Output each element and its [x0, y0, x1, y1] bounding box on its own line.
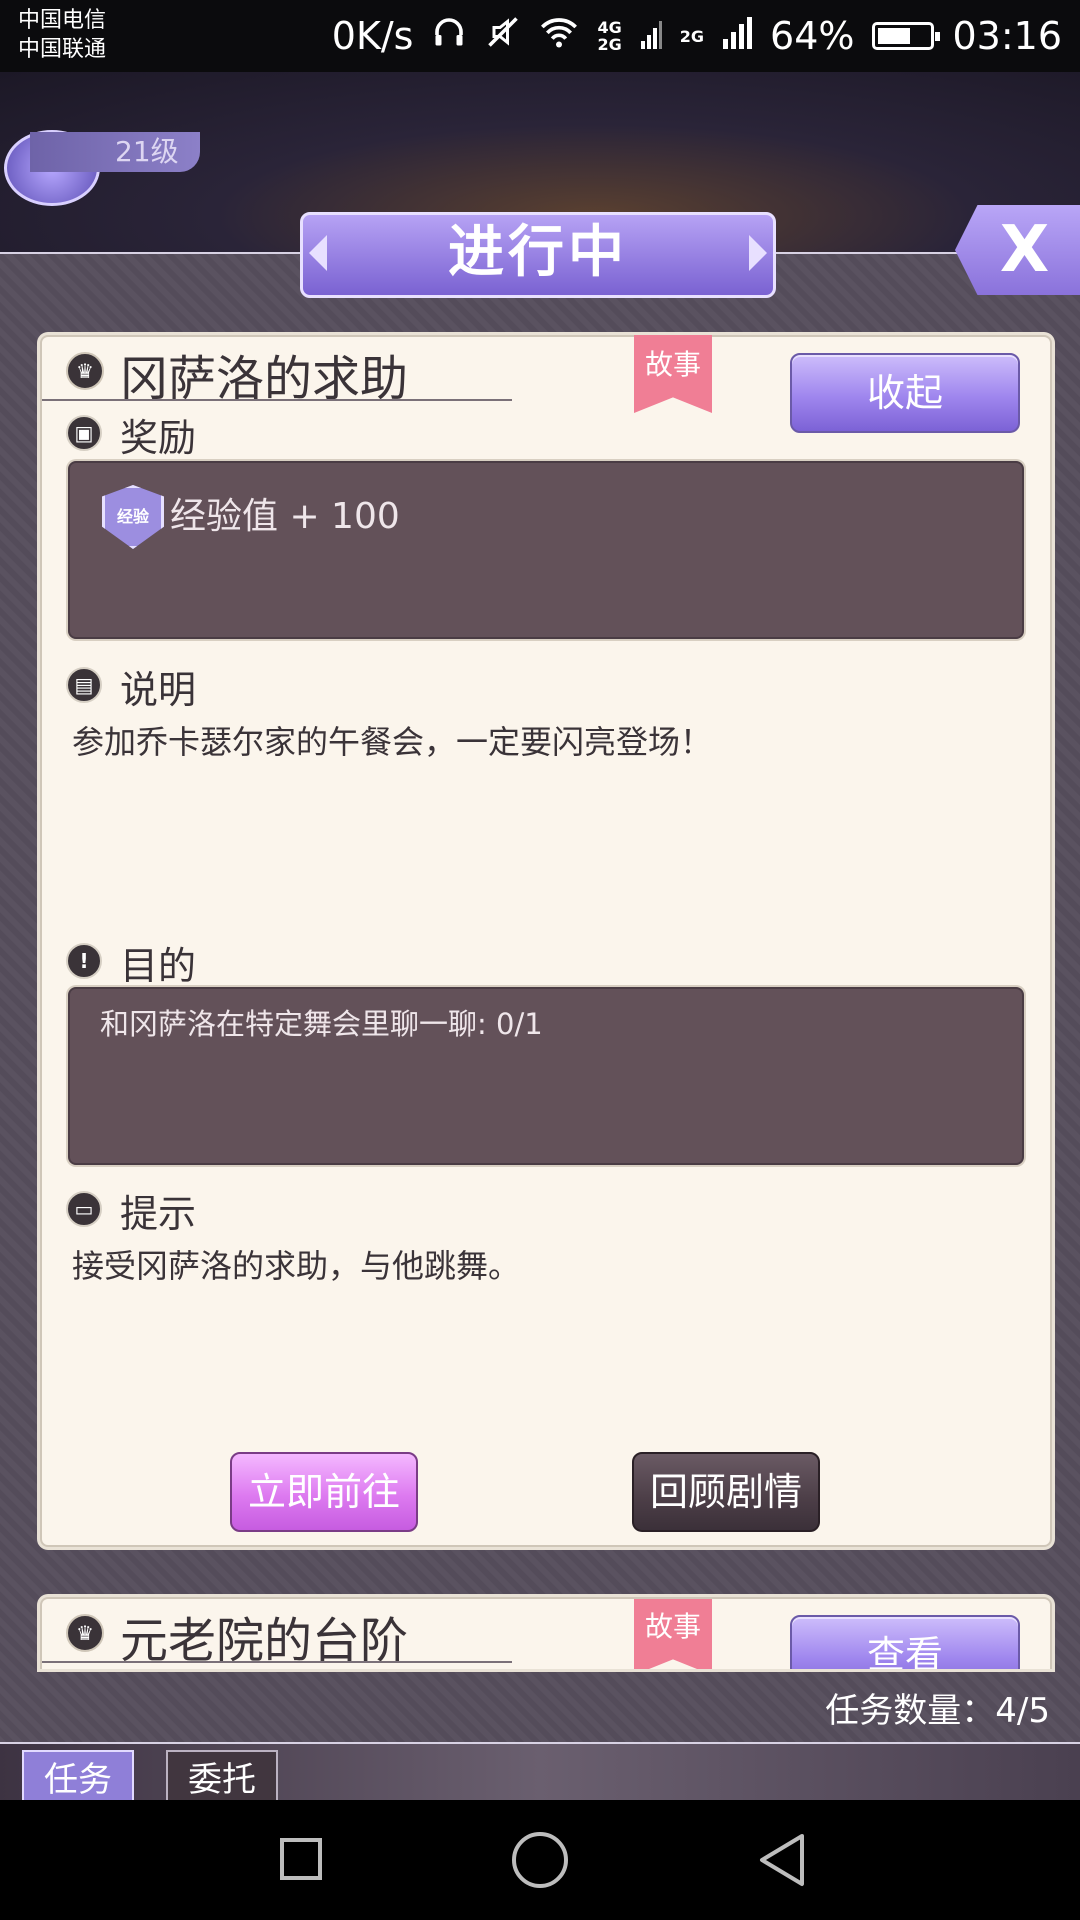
exp-badge-icon: 经验 [102, 485, 164, 549]
tab-commissions[interactable]: 委托 [166, 1750, 278, 1804]
book-icon: ▤ [66, 667, 102, 703]
reward-heading: 奖励 [120, 416, 197, 460]
status-bar: 中国电信 中国联通 0K/s 4G 2G 2G 64% 03:16 [0, 0, 1080, 72]
go-now-button[interactable]: 立即前往 [230, 1452, 418, 1532]
back-icon[interactable] [756, 1830, 806, 1890]
objective-box: 和冈萨洛在特定舞会里聊一聊: 0/1 [68, 987, 1024, 1165]
description-heading: 说明 [120, 668, 197, 712]
network-type-1: 4G 2G [597, 19, 621, 53]
headphones-icon [431, 14, 467, 59]
title-underline [42, 1661, 512, 1663]
network-type-2: 2G [680, 28, 704, 45]
signal-icon-1 [640, 14, 662, 58]
mute-icon [485, 14, 521, 59]
status-indicators: 0K/s 4G 2G 2G 64% 03:16 [332, 0, 1062, 72]
hint-heading: 提示 [120, 1192, 197, 1236]
signal-icon-2 [722, 14, 753, 58]
quest-title: 元老院的台阶 [120, 1613, 409, 1669]
description-text: 参加乔卡瑟尔家的午餐会，一定要闪亮登场！ [72, 723, 713, 761]
clock: 03:16 [952, 14, 1062, 58]
collapse-button[interactable]: 收起 [790, 353, 1020, 433]
hint-icon: ▭ [66, 1191, 102, 1227]
wifi-icon [539, 14, 579, 59]
home-icon[interactable] [512, 1832, 568, 1888]
quest-card-collapsed[interactable]: ♛ 元老院的台阶 故事 查看 [40, 1597, 1052, 1669]
quest-card-active: ♛ 冈萨洛的求助 故事 收起 ▣ 奖励 经验 经验值 + 100 ▤ 说明 参加… [40, 335, 1052, 1547]
review-story-button[interactable]: 回顾剧情 [632, 1452, 820, 1532]
system-nav-bar [0, 1800, 1080, 1920]
objective-heading: 目的 [120, 944, 197, 988]
title-underline [42, 399, 512, 401]
crown-icon: ♛ [66, 1614, 104, 1652]
reward-box: 经验 经验值 + 100 [68, 461, 1024, 639]
story-tag: 故事 [634, 335, 712, 413]
reward-text: 经验值 + 100 [170, 496, 400, 537]
panel-title: 进行中 [300, 212, 776, 298]
net-speed: 0K/s [331, 14, 414, 58]
battery-icon [872, 22, 941, 50]
net-type-2g-b: 2G [679, 26, 705, 46]
crown-icon: ♛ [66, 352, 104, 390]
net-type-2g-a: 2G [597, 35, 622, 54]
view-button[interactable]: 查看 [790, 1615, 1020, 1669]
quest-count: 任务数量：4/5 [825, 1691, 1050, 1731]
objective-text: 和冈萨洛在特定舞会里聊一聊: 0/1 [100, 1007, 543, 1041]
close-button[interactable]: X [955, 205, 1080, 295]
tab-quests[interactable]: 任务 [22, 1750, 134, 1804]
level-badge: 21级 [30, 132, 200, 172]
carrier-2: 中国联通 [18, 37, 107, 62]
battery-fill [878, 28, 911, 44]
battery-percent: 64% [770, 14, 855, 58]
exclamation-icon: ! [66, 943, 102, 979]
carrier-names: 中国电信 中国联通 [18, 6, 106, 64]
tab-bar: 任务 委托 [0, 1742, 1080, 1804]
story-tag: 故事 [634, 1599, 712, 1669]
hint-text: 接受冈萨洛的求助，与他跳舞。 [72, 1247, 521, 1285]
carrier-1: 中国电信 [18, 8, 107, 33]
net-type-4g: 4G [597, 18, 622, 37]
recent-apps-icon[interactable] [280, 1838, 322, 1880]
reward-icon: ▣ [66, 415, 102, 451]
